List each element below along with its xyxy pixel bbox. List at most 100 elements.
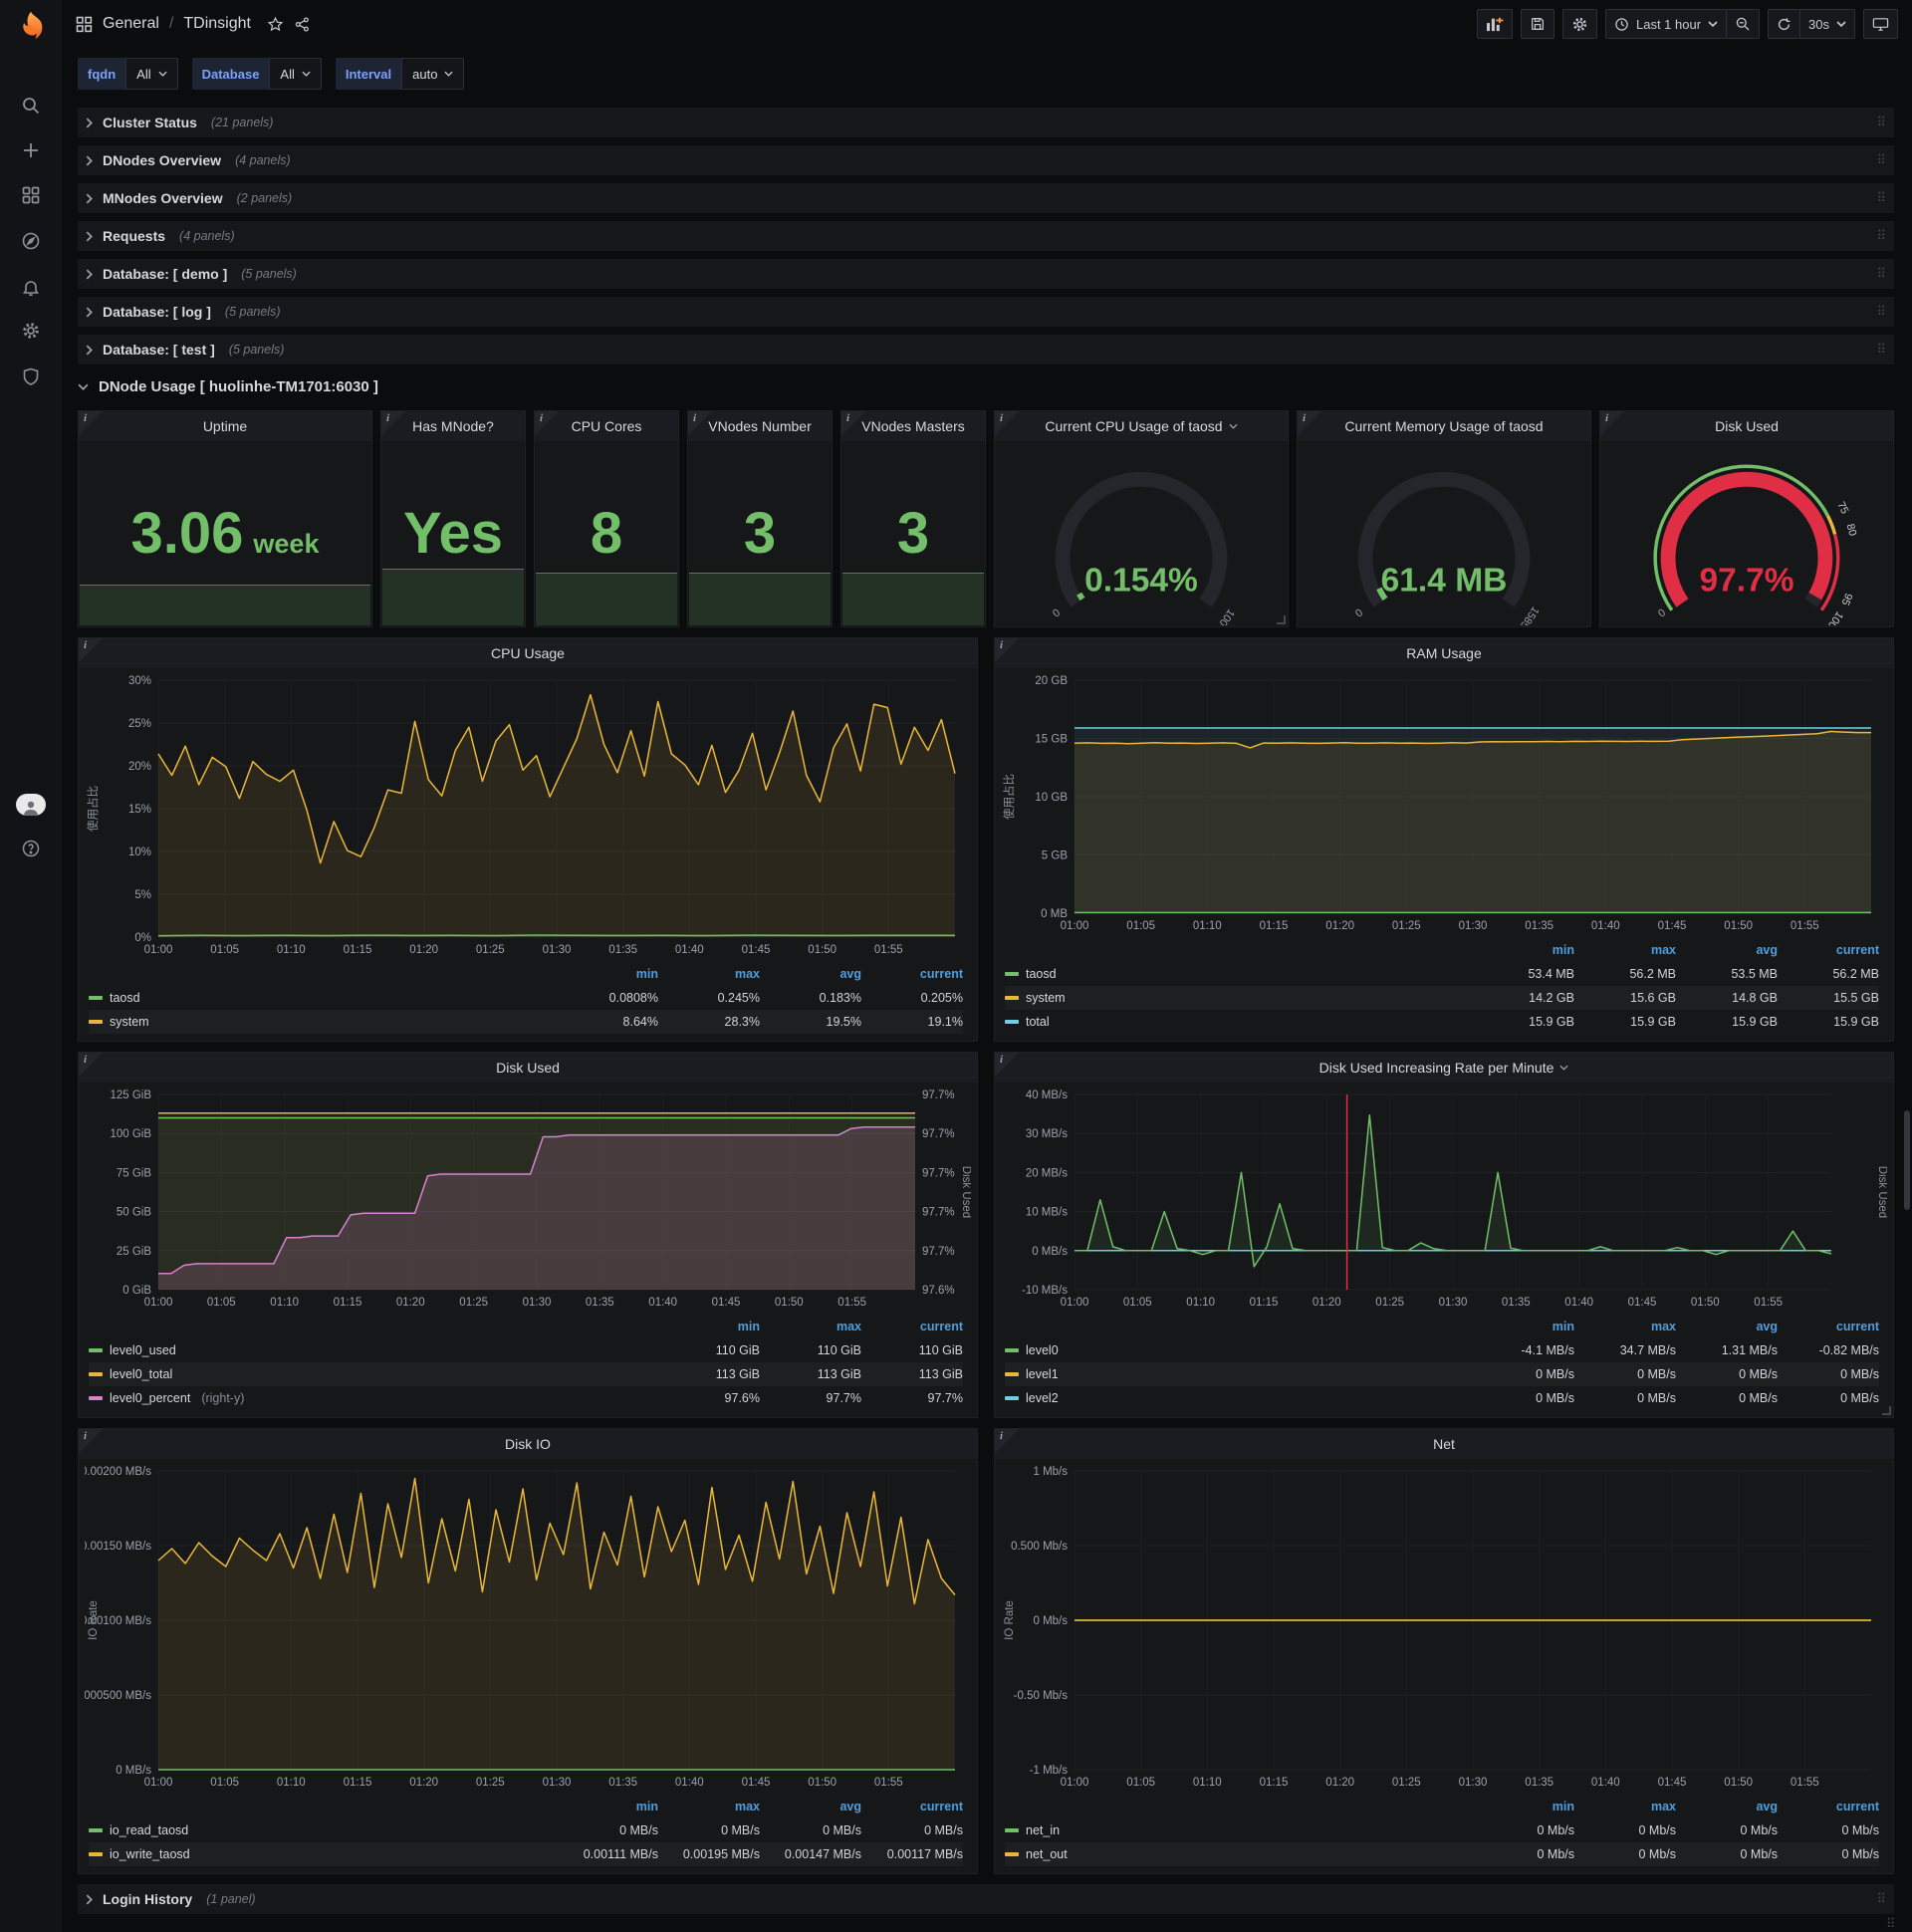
info-icon[interactable]: i [1600, 411, 1624, 435]
panel-resize-handle[interactable] [1882, 1406, 1891, 1415]
row-database-test[interactable]: Database: [ test ] (5 panels) ⠿ [78, 335, 1894, 364]
legend-series-name[interactable]: io_write_taosd [89, 1847, 557, 1861]
legend-series-name[interactable]: level0_total [89, 1367, 658, 1381]
scrollbar-thumb[interactable] [1904, 1110, 1910, 1210]
panel-resize-handle[interactable] [1277, 615, 1286, 624]
dashboard-settings-button[interactable] [1561, 9, 1597, 39]
legend-series-name[interactable]: io_read_taosd [89, 1823, 557, 1837]
row-login-history[interactable]: Login History (1 panel) ⠿ [78, 1884, 1894, 1914]
row-mnodes-overview[interactable]: MNodes Overview (2 panels) ⠿ [78, 183, 1894, 213]
panel-title[interactable]: Current CPU Usage of taosd [995, 411, 1288, 441]
panel-title[interactable]: Disk Used [1600, 411, 1893, 441]
info-icon[interactable]: i [535, 411, 559, 435]
drag-handle-icon[interactable]: ⠿ [1876, 1891, 1886, 1907]
panel-title[interactable]: Disk Used Increasing Rate per Minute [995, 1053, 1893, 1083]
drag-handle-icon[interactable]: ⠿ [1876, 152, 1886, 168]
svg-text:0: 0 [1656, 606, 1668, 619]
zoom-out-time-button[interactable] [1727, 9, 1761, 39]
admin-shield-icon[interactable] [0, 359, 62, 394]
drag-handle-icon[interactable]: ⠿ [1876, 228, 1886, 244]
drag-handle-icon[interactable]: ⠿ [1876, 342, 1886, 358]
drag-handle-icon[interactable]: ⠿ [1876, 115, 1886, 130]
panel-title[interactable]: Net [995, 1429, 1893, 1459]
svg-text:20 MB/s: 20 MB/s [1026, 1167, 1068, 1179]
legend-series-name[interactable]: level0_used [89, 1343, 658, 1357]
variable-fqdn-value[interactable]: All [125, 58, 178, 90]
drag-handle-icon[interactable]: ⠿ [1876, 190, 1886, 206]
create-plus-icon[interactable] [0, 132, 62, 168]
grafana-logo-icon[interactable] [11, 8, 51, 48]
legend-series-name[interactable]: level0 [1005, 1343, 1473, 1357]
panel-title[interactable]: CPU Usage [79, 638, 977, 668]
panel-title[interactable]: Disk IO [79, 1429, 977, 1459]
panel-title[interactable]: RAM Usage [995, 638, 1893, 668]
stat-sparkline [80, 585, 370, 625]
save-dashboard-button[interactable] [1520, 9, 1554, 39]
dashboards-icon[interactable] [0, 177, 62, 213]
row-dnodes-overview[interactable]: DNodes Overview (4 panels) ⠿ [78, 145, 1894, 175]
row-database-log[interactable]: Database: [ log ] (5 panels) ⠿ [78, 297, 1894, 327]
drag-handle-icon[interactable]: ⠿ [1876, 266, 1886, 282]
legend-series-name[interactable]: taosd [89, 991, 557, 1005]
panel-title[interactable]: Current Memory Usage of taosd [1298, 411, 1590, 441]
svg-text:01:30: 01:30 [543, 1777, 572, 1789]
info-icon[interactable]: i [79, 411, 103, 435]
legend-value: 0 MB/s [1840, 1391, 1879, 1405]
legend-series-name[interactable]: level2 [1005, 1391, 1473, 1405]
legend-value: 0 Mb/s [1638, 1847, 1676, 1861]
configuration-gear-icon[interactable] [0, 313, 62, 349]
row-requests[interactable]: Requests (4 panels) ⠿ [78, 221, 1894, 251]
info-icon[interactable]: i [995, 411, 1019, 435]
info-icon[interactable]: i [688, 411, 712, 435]
info-icon[interactable]: i [1298, 411, 1321, 435]
user-avatar[interactable] [0, 787, 62, 823]
legend-series-name[interactable]: total [1005, 1015, 1473, 1029]
svg-text:75 GiB: 75 GiB [117, 1167, 151, 1179]
legend-col-header: max [1650, 1320, 1676, 1333]
disk-rate-chart: 40 MB/s 30 MB/s 20 MB/s 10 MB/s 0 MB/s -10 MB… [1001, 1085, 1888, 1310]
add-panel-button[interactable] [1476, 9, 1513, 39]
info-icon[interactable]: i [995, 638, 1019, 662]
info-icon[interactable]: i [79, 1429, 103, 1453]
panel-title[interactable]: Uptime [79, 411, 371, 441]
row-database-demo[interactable]: Database: [ demo ] (5 panels) ⠿ [78, 259, 1894, 289]
refresh-interval-picker[interactable]: 30s [1800, 9, 1855, 39]
info-icon[interactable]: i [995, 1053, 1019, 1077]
share-icon[interactable] [294, 16, 311, 33]
search-icon[interactable] [0, 88, 62, 123]
help-icon[interactable] [0, 831, 62, 866]
drag-handle-icon[interactable]: ⠿ [1876, 304, 1886, 320]
info-icon[interactable]: i [995, 1429, 1019, 1453]
info-icon[interactable]: i [79, 638, 103, 662]
svg-text:01:00: 01:00 [144, 1777, 173, 1789]
explore-compass-icon[interactable] [0, 223, 62, 259]
refresh-button[interactable] [1768, 9, 1801, 39]
legend-series-name[interactable]: net_in [1005, 1823, 1473, 1837]
drag-handle-icon[interactable]: ⠿ [1886, 1916, 1896, 1932]
breadcrumb-section[interactable]: General [103, 15, 159, 33]
panel-title[interactable]: Disk Used [79, 1053, 977, 1083]
legend-series-name[interactable]: system [89, 1015, 557, 1029]
legend-series-name[interactable]: taosd [1005, 967, 1473, 981]
dashboard-grid-icon[interactable] [76, 16, 93, 33]
variable-database-value[interactable]: All [269, 58, 322, 90]
legend-series-name[interactable]: level0_percent (right-y) [89, 1391, 658, 1405]
legend-value: 0.00111 MB/s [583, 1847, 658, 1861]
legend-series-name[interactable]: net_out [1005, 1847, 1473, 1861]
breadcrumb-page[interactable]: TDinsight [183, 15, 251, 33]
cycle-view-mode-button[interactable] [1863, 9, 1898, 39]
row-dnode-usage[interactable]: DNode Usage [ huolinhe-TM1701:6030 ] [78, 372, 378, 400]
row-cluster-status[interactable]: Cluster Status (21 panels) ⠿ [78, 108, 1894, 137]
svg-text:95: 95 [1838, 592, 1854, 607]
time-range-picker[interactable]: Last 1 hour [1604, 9, 1728, 39]
info-icon[interactable]: i [381, 411, 405, 435]
legend-series-name[interactable]: level1 [1005, 1367, 1473, 1381]
alerting-bell-icon[interactable] [0, 269, 62, 305]
info-icon[interactable]: i [79, 1053, 103, 1077]
legend-series-name[interactable]: system [1005, 991, 1473, 1005]
variable-interval-value[interactable]: auto [401, 58, 465, 90]
svg-text:01:25: 01:25 [459, 1297, 488, 1309]
star-icon[interactable] [267, 16, 284, 33]
info-icon[interactable]: i [841, 411, 865, 435]
legend-row: system 8.64% 28.3% 19.5% 19.1% [89, 1010, 963, 1034]
